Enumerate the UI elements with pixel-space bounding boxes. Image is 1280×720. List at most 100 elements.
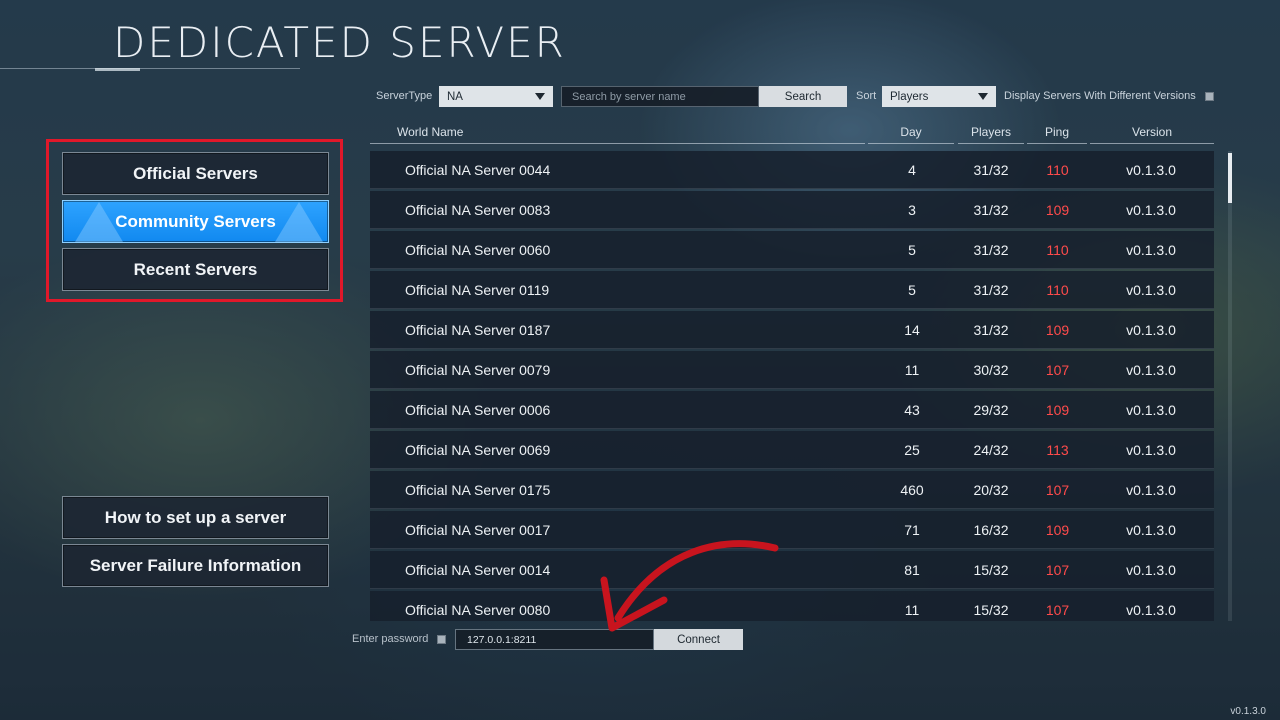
server-day: 11 xyxy=(904,602,920,618)
server-ping: 107 xyxy=(1045,362,1070,378)
server-day: 460 xyxy=(900,482,924,498)
server-players: 31/32 xyxy=(973,322,1009,338)
table-row[interactable]: Official NA Server 0187 14 31/32 109 v0.… xyxy=(370,311,1214,349)
server-version: v0.1.3.0 xyxy=(1126,242,1176,258)
table-row[interactable]: Official NA Server 0080 11 15/32 107 v0.… xyxy=(370,591,1214,621)
table-row[interactable]: Official NA Server 0014 81 15/32 107 v0.… xyxy=(370,551,1214,589)
enter-password-label: Enter password xyxy=(352,633,429,645)
footer-version: v0.1.3.0 xyxy=(1230,706,1266,717)
server-name: Official NA Server 0079 xyxy=(405,362,551,378)
table-row[interactable]: Official NA Server 0175 460 20/32 107 v0… xyxy=(370,471,1214,509)
title-underline-accent xyxy=(95,68,140,71)
server-list: Official NA Server 0044 4 31/32 110 v0.1… xyxy=(370,151,1214,621)
server-name: Official NA Server 0006 xyxy=(405,402,551,418)
decor-triangle xyxy=(275,202,323,242)
server-ping: 107 xyxy=(1045,602,1070,618)
server-day: 43 xyxy=(904,402,920,418)
table-row[interactable]: Official NA Server 0069 25 24/32 113 v0.… xyxy=(370,431,1214,469)
server-name: Official NA Server 0017 xyxy=(405,522,551,538)
server-players: 20/32 xyxy=(973,482,1009,498)
sort-label: Sort xyxy=(856,90,877,102)
display-versions-label: Display Servers With Different Versions xyxy=(1004,90,1196,102)
how-to-setup-label: How to set up a server xyxy=(104,507,287,527)
server-day: 3 xyxy=(908,202,916,218)
community-servers-button[interactable]: Community Servers xyxy=(62,200,329,243)
sort-dropdown[interactable]: Players xyxy=(882,86,996,107)
server-ping: 107 xyxy=(1045,482,1070,498)
search-input[interactable] xyxy=(561,86,759,107)
server-version: v0.1.3.0 xyxy=(1126,602,1176,618)
annotation-arrow-icon xyxy=(600,540,779,632)
table-row[interactable]: Official NA Server 0060 5 31/32 110 v0.1… xyxy=(370,231,1214,269)
server-type-dropdown[interactable]: NA xyxy=(439,86,553,107)
server-version: v0.1.3.0 xyxy=(1126,562,1176,578)
list-scrollbar-thumb[interactable] xyxy=(1228,153,1232,203)
server-name: Official NA Server 0069 xyxy=(405,442,551,458)
server-day: 5 xyxy=(908,282,916,298)
server-day: 11 xyxy=(904,362,920,378)
server-ping: 107 xyxy=(1045,562,1070,578)
server-day: 4 xyxy=(908,162,916,178)
server-players: 15/32 xyxy=(973,562,1009,578)
server-players: 31/32 xyxy=(973,242,1009,258)
table-row[interactable]: Official NA Server 0119 5 31/32 110 v0.1… xyxy=(370,271,1214,309)
search-button[interactable]: Search xyxy=(759,86,847,107)
server-day: 14 xyxy=(904,322,920,338)
table-row[interactable]: Official NA Server 0006 43 29/32 109 v0.… xyxy=(370,391,1214,429)
server-version: v0.1.3.0 xyxy=(1126,442,1176,458)
server-version: v0.1.3.0 xyxy=(1126,402,1176,418)
sort-value: Players xyxy=(890,90,929,103)
official-servers-button[interactable]: Official Servers xyxy=(62,152,329,195)
server-ping: 110 xyxy=(1046,282,1069,298)
col-version[interactable]: Version xyxy=(1090,122,1214,144)
col-ping[interactable]: Ping xyxy=(1027,122,1087,144)
list-scrollbar-track[interactable] xyxy=(1228,151,1232,621)
server-players: 31/32 xyxy=(973,162,1009,178)
col-players[interactable]: Players xyxy=(958,122,1024,144)
server-name: Official NA Server 0080 xyxy=(405,602,551,618)
server-version: v0.1.3.0 xyxy=(1126,522,1176,538)
community-servers-label: Community Servers xyxy=(115,211,276,231)
server-day: 81 xyxy=(904,562,920,578)
server-ping: 109 xyxy=(1045,522,1070,538)
server-ping: 110 xyxy=(1046,242,1069,258)
server-name: Official NA Server 0044 xyxy=(405,162,551,178)
server-failure-info-label: Server Failure Information xyxy=(89,555,302,575)
server-players: 29/32 xyxy=(973,402,1009,418)
server-players: 15/32 xyxy=(973,602,1009,618)
server-version: v0.1.3.0 xyxy=(1126,202,1176,218)
server-type-value: NA xyxy=(447,90,463,103)
server-players: 31/32 xyxy=(973,202,1009,218)
server-version: v0.1.3.0 xyxy=(1126,162,1176,178)
col-world-name[interactable]: World Name xyxy=(370,122,865,144)
server-name: Official NA Server 0060 xyxy=(405,242,551,258)
enter-password-checkbox[interactable] xyxy=(437,635,446,644)
table-row[interactable]: Official NA Server 0017 71 16/32 109 v0.… xyxy=(370,511,1214,549)
server-version: v0.1.3.0 xyxy=(1126,282,1176,298)
server-version: v0.1.3.0 xyxy=(1126,362,1176,378)
server-ping: 110 xyxy=(1046,162,1069,178)
server-type-label: ServerType xyxy=(376,90,433,102)
table-row[interactable]: Official NA Server 0044 4 31/32 110 v0.1… xyxy=(370,151,1214,189)
server-ping: 109 xyxy=(1045,202,1070,218)
recent-servers-button[interactable]: Recent Servers xyxy=(62,248,329,291)
caret-down-icon xyxy=(978,93,988,100)
table-row[interactable]: Official NA Server 0083 3 31/32 109 v0.1… xyxy=(370,191,1214,229)
recent-servers-label: Recent Servers xyxy=(133,259,258,279)
table-row[interactable]: Official NA Server 0079 11 30/32 107 v0.… xyxy=(370,351,1214,389)
server-version: v0.1.3.0 xyxy=(1126,322,1176,338)
server-name: Official NA Server 0014 xyxy=(405,562,551,578)
official-servers-label: Official Servers xyxy=(133,163,258,183)
col-day[interactable]: Day xyxy=(868,122,954,144)
server-players: 24/32 xyxy=(973,442,1009,458)
server-players: 31/32 xyxy=(973,282,1009,298)
server-failure-info-button[interactable]: Server Failure Information xyxy=(62,544,329,587)
display-versions-checkbox[interactable] xyxy=(1205,92,1214,101)
server-players: 30/32 xyxy=(973,362,1009,378)
server-ping: 109 xyxy=(1045,402,1070,418)
how-to-setup-button[interactable]: How to set up a server xyxy=(62,496,329,539)
server-ping: 113 xyxy=(1046,442,1069,458)
server-players: 16/32 xyxy=(973,522,1009,538)
server-ping: 109 xyxy=(1045,322,1070,338)
server-name: Official NA Server 0187 xyxy=(405,322,551,338)
